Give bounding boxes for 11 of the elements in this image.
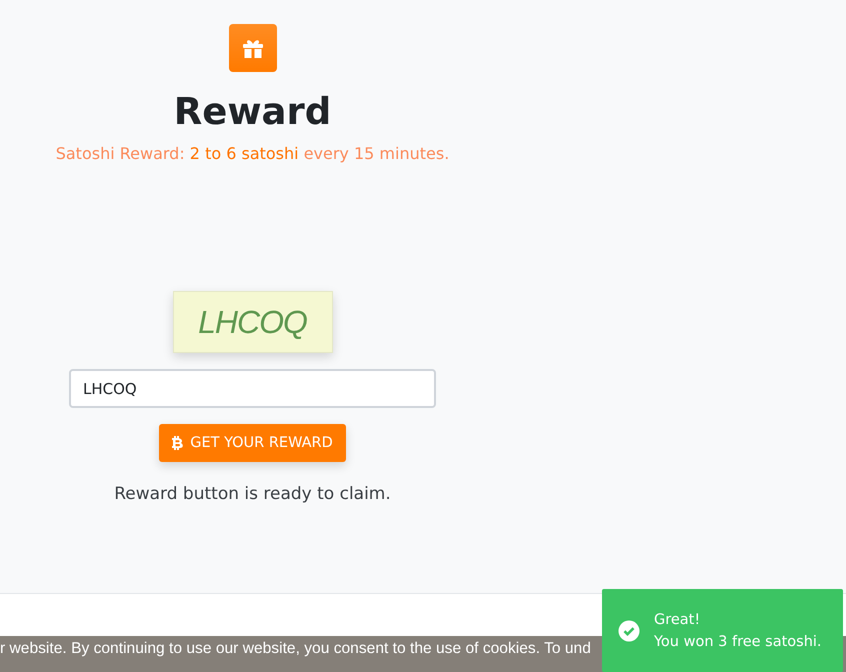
status-message: Reward button is ready to claim.: [114, 484, 391, 504]
reward-description: Satoshi Reward: 2 to 6 satoshi every 15 minutes.: [56, 144, 450, 164]
bitcoin-icon: [172, 436, 184, 450]
toast-title: Great!: [654, 612, 702, 628]
page-title: Reward: [174, 90, 332, 134]
gift-icon: [228, 24, 276, 72]
toast-message: You won 3 free satoshi.: [654, 634, 822, 650]
cookie-notice: r website. By continuing to use our website, you consent to the use of cookies. To und: [0, 640, 591, 657]
captcha-text: LHCOQ: [172, 291, 332, 354]
check-circle-icon: [618, 620, 640, 642]
captcha-input-field[interactable]: LHCOQ: [69, 369, 436, 408]
